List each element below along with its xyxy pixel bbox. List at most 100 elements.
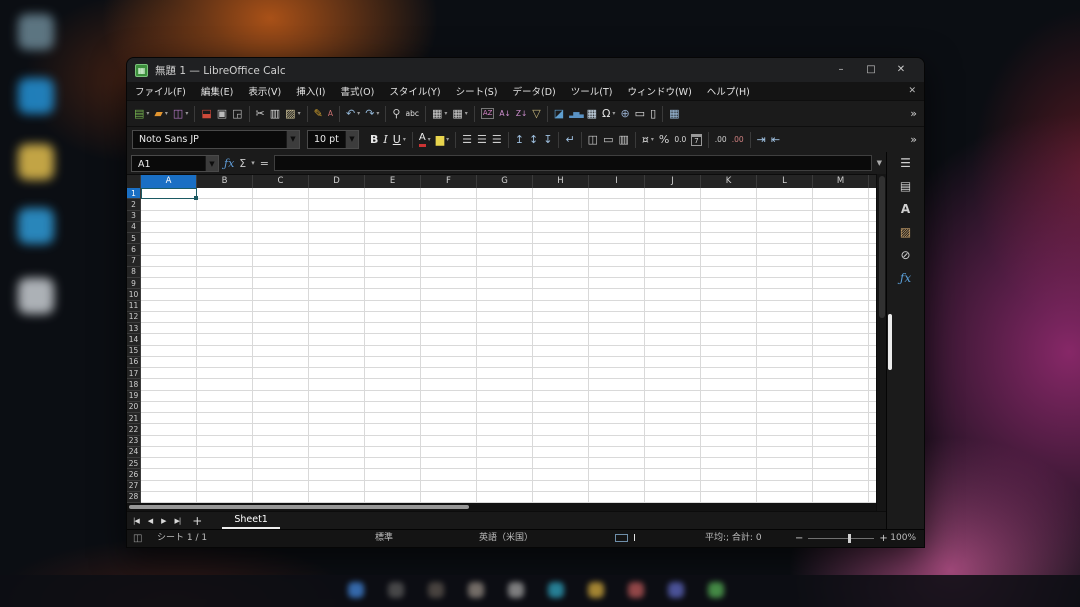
cell-I8[interactable] xyxy=(589,267,645,278)
cell-D23[interactable] xyxy=(309,436,365,447)
cell-L11[interactable] xyxy=(757,301,813,312)
cell-I1[interactable] xyxy=(589,188,645,199)
cell-H3[interactable] xyxy=(533,211,589,222)
cell-F28[interactable] xyxy=(421,492,477,503)
sidebar-hide-handle[interactable] xyxy=(888,314,892,370)
hyperlink-icon[interactable]: ⊕ xyxy=(618,104,631,124)
row-header-15[interactable]: 15 xyxy=(127,346,141,357)
cell-G25[interactable] xyxy=(477,458,533,469)
cell-J26[interactable] xyxy=(645,469,701,480)
cell-A19[interactable] xyxy=(141,391,197,402)
cell-L21[interactable] xyxy=(757,413,813,424)
cell-F4[interactable] xyxy=(421,222,477,233)
taskbar-icon-8[interactable] xyxy=(628,582,644,598)
cell-G16[interactable] xyxy=(477,357,533,368)
column-header-E[interactable]: E xyxy=(365,175,421,188)
row-header-16[interactable]: 16 xyxy=(127,357,141,368)
cell-K9[interactable] xyxy=(701,278,757,289)
cell-C17[interactable] xyxy=(253,368,309,379)
cell-H4[interactable] xyxy=(533,222,589,233)
merge-cells-icon[interactable]: ▭ xyxy=(601,130,615,150)
cell-H7[interactable] xyxy=(533,256,589,267)
row-header-19[interactable]: 19 xyxy=(127,391,141,402)
cell-F17[interactable] xyxy=(421,368,477,379)
column-header-F[interactable]: F xyxy=(421,175,477,188)
sum-icon[interactable]: Σ xyxy=(239,157,246,170)
cell-I25[interactable] xyxy=(589,458,645,469)
cell-L22[interactable] xyxy=(757,424,813,435)
cell-J2[interactable] xyxy=(645,199,701,210)
save-icon[interactable]: ◫▾ xyxy=(171,104,190,124)
taskbar-icon-3[interactable] xyxy=(428,582,444,598)
cell-E14[interactable] xyxy=(365,334,421,345)
equals-formula-icon[interactable]: = xyxy=(260,157,269,170)
row-header-11[interactable]: 11 xyxy=(127,301,141,312)
zoom-level[interactable]: 100% xyxy=(890,530,916,547)
taskbar-icon-2[interactable] xyxy=(388,582,404,598)
row-header-2[interactable]: 2 xyxy=(127,199,141,210)
cell-M16[interactable] xyxy=(813,357,869,368)
insert-rows-icon[interactable]: ▦▾ xyxy=(430,104,449,124)
cell-B9[interactable] xyxy=(197,278,253,289)
cell-A13[interactable] xyxy=(141,323,197,334)
cell-C11[interactable] xyxy=(253,301,309,312)
cell-L2[interactable] xyxy=(757,199,813,210)
delete-decimal-place-icon[interactable]: .00 xyxy=(730,130,746,150)
cell-M2[interactable] xyxy=(813,199,869,210)
cell-K17[interactable] xyxy=(701,368,757,379)
autofilter-icon[interactable]: ▽ xyxy=(530,104,542,124)
cell-J18[interactable] xyxy=(645,379,701,390)
headers-footers-icon[interactable]: ▯ xyxy=(648,104,658,124)
cell-B28[interactable] xyxy=(197,492,253,503)
cell-H26[interactable] xyxy=(533,469,589,480)
cell-F19[interactable] xyxy=(421,391,477,402)
cell-G24[interactable] xyxy=(477,447,533,458)
cell-A10[interactable] xyxy=(141,289,197,300)
cell-F9[interactable] xyxy=(421,278,477,289)
cell-A27[interactable] xyxy=(141,481,197,492)
cell-J14[interactable] xyxy=(645,334,701,345)
cell-C7[interactable] xyxy=(253,256,309,267)
cell-L23[interactable] xyxy=(757,436,813,447)
cell-M4[interactable] xyxy=(813,222,869,233)
row-header-3[interactable]: 3 xyxy=(127,211,141,222)
cell-A22[interactable] xyxy=(141,424,197,435)
taskbar-icon-7[interactable] xyxy=(588,582,604,598)
last-sheet-button[interactable]: ▶| xyxy=(175,517,181,525)
menu-file[interactable]: ファイル(F) xyxy=(135,84,186,98)
insert-comment-icon[interactable]: ▭ xyxy=(633,104,647,124)
align-bottom-icon[interactable]: ↧ xyxy=(541,130,554,150)
format-number-icon[interactable]: 0.0 xyxy=(672,130,688,150)
cell-I19[interactable] xyxy=(589,391,645,402)
cell-K15[interactable] xyxy=(701,346,757,357)
row-header-22[interactable]: 22 xyxy=(127,424,141,435)
cell-G17[interactable] xyxy=(477,368,533,379)
cell-G11[interactable] xyxy=(477,301,533,312)
cell-L13[interactable] xyxy=(757,323,813,334)
cell-E4[interactable] xyxy=(365,222,421,233)
row-header-4[interactable]: 4 xyxy=(127,222,141,233)
cell-B8[interactable] xyxy=(197,267,253,278)
cell-D21[interactable] xyxy=(309,413,365,424)
cell-H13[interactable] xyxy=(533,323,589,334)
taskbar-icon-1[interactable] xyxy=(348,582,364,598)
selection-mode-icon[interactable] xyxy=(615,530,628,547)
minimize-button[interactable]: – xyxy=(826,58,856,82)
cell-A23[interactable] xyxy=(141,436,197,447)
cell-J28[interactable] xyxy=(645,492,701,503)
cell-B3[interactable] xyxy=(197,211,253,222)
cell-B15[interactable] xyxy=(197,346,253,357)
cell-J17[interactable] xyxy=(645,368,701,379)
properties-icon[interactable]: ▤ xyxy=(900,180,911,193)
cell-J4[interactable] xyxy=(645,222,701,233)
cell-L17[interactable] xyxy=(757,368,813,379)
cell-B1[interactable] xyxy=(197,188,253,199)
cell-K1[interactable] xyxy=(701,188,757,199)
cell-B16[interactable] xyxy=(197,357,253,368)
cell-I21[interactable] xyxy=(589,413,645,424)
cell-C6[interactable] xyxy=(253,244,309,255)
format-currency-icon[interactable]: ¤▾ xyxy=(640,130,656,150)
cell-H9[interactable] xyxy=(533,278,589,289)
cell-K14[interactable] xyxy=(701,334,757,345)
open-file-icon[interactable]: ▰▾ xyxy=(152,104,169,124)
